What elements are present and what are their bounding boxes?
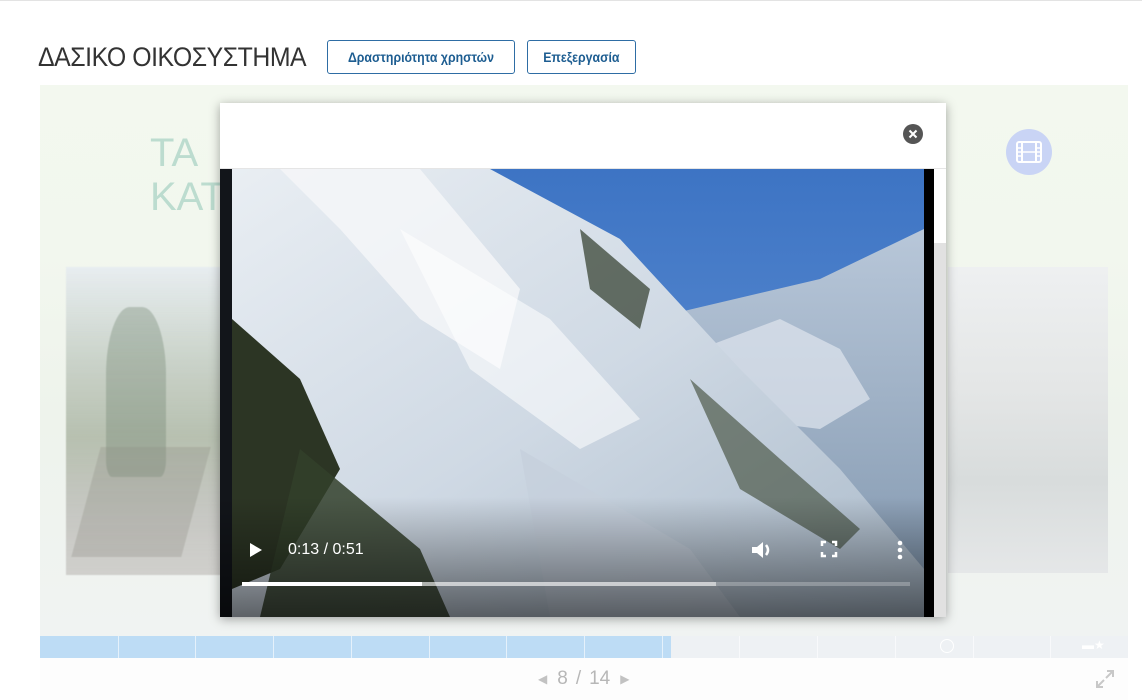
slide-marker-circle[interactable] [940, 639, 954, 653]
modal-header [220, 103, 946, 169]
edit-button[interactable]: Επεξεργασία [527, 40, 637, 74]
video-played-bar [242, 582, 423, 586]
video-modal: 0:13 / 0:51 [220, 103, 946, 617]
slide-heading-line1: ΤΑ [150, 131, 199, 175]
close-circle-icon [908, 129, 918, 139]
user-activity-button[interactable]: Δραστηριότητα χρηστών [327, 40, 516, 74]
presentation-footer: ◀ 8 / 14 ▶ [40, 658, 1128, 700]
video-progress-bar[interactable] [242, 582, 910, 586]
video-launch-button[interactable] [1006, 129, 1052, 175]
slide-progress-tick [739, 636, 740, 658]
slide-progress-tick [273, 636, 274, 658]
slide-progress-bar[interactable]: ▬★ [40, 636, 1128, 658]
slide-progress-tick [429, 636, 430, 658]
modal-scrollbar-thumb[interactable] [934, 169, 946, 243]
slide-progress-tick [584, 636, 585, 658]
more-options-icon[interactable] [896, 539, 904, 561]
next-slide-icon[interactable]: ▶ [620, 672, 629, 686]
page-header: ΔΑΣΙΚΟ ΟΙΚΟΣΥΣΤΗΜΑ Δραστηριότητα χρηστών… [38, 37, 637, 77]
close-button[interactable] [903, 124, 923, 144]
slide-progress-tick [817, 636, 818, 658]
fullscreen-icon[interactable] [820, 540, 838, 558]
video-time: 0:13 / 0:51 [288, 541, 364, 558]
slide-marker-star[interactable]: ▬★ [1082, 638, 1105, 652]
expand-icon[interactable] [1094, 668, 1116, 690]
total-slides-number: 14 [589, 668, 611, 689]
slide-image-right [948, 267, 1108, 573]
current-slide-number: 8 [557, 668, 568, 689]
play-icon[interactable] [248, 541, 264, 559]
slide-pager: ◀ 8 / 14 ▶ [528, 668, 639, 690]
slide-progress-tick [506, 636, 507, 658]
slide-heading: ΤΑ ΚΑΤ [150, 131, 225, 219]
slide-progress-tick [118, 636, 119, 658]
slide-separator: / [575, 668, 582, 689]
edit-label: Επεξεργασία [543, 49, 620, 65]
page-title: ΔΑΣΙΚΟ ΟΙΚΟΣΥΣΤΗΜΑ [38, 41, 307, 72]
volume-icon[interactable] [750, 539, 774, 561]
film-icon [1016, 141, 1042, 163]
slide-progress-tick [195, 636, 196, 658]
slide-progress-tick [1050, 636, 1051, 658]
slide-heading-line2: ΚΑΤ [150, 175, 225, 219]
previous-slide-icon[interactable]: ◀ [538, 672, 547, 686]
slide-progress-tick [662, 636, 663, 658]
user-activity-label: Δραστηριότητα χρηστών [348, 49, 495, 65]
slide-progress-tick [973, 636, 974, 658]
slide-progress-tick [351, 636, 352, 658]
slide-progress-tick [895, 636, 896, 658]
slide-progress-fill [40, 636, 672, 658]
